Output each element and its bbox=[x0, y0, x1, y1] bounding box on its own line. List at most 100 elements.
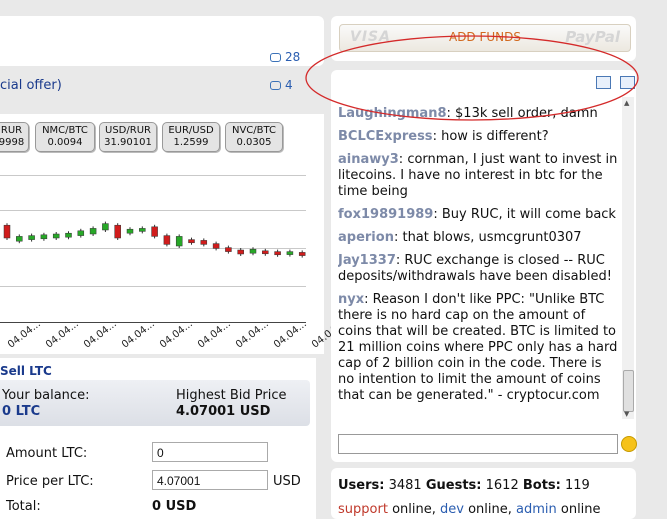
speech-bubble-icon bbox=[270, 53, 281, 62]
add-funds-panel: VISA PayPal ADD FUNDS bbox=[331, 16, 636, 61]
staff-status: online bbox=[560, 502, 601, 517]
ticker-nmc-btc[interactable]: NMC/BTC 0.0094 bbox=[35, 122, 95, 152]
amount-input[interactable]: 0 bbox=[152, 442, 268, 462]
chat-input[interactable] bbox=[338, 434, 618, 454]
chat-username[interactable]: Jay1337 bbox=[338, 253, 396, 268]
sell-panel: Sell LTC Your balance: 0 LTC Highest Bid… bbox=[0, 358, 316, 519]
users-value: 3481 bbox=[388, 478, 422, 493]
chat-username[interactable]: BCLCExpress bbox=[338, 129, 433, 144]
candle bbox=[298, 252, 306, 256]
comment-count[interactable]: 28 bbox=[270, 50, 300, 64]
candle bbox=[77, 230, 85, 236]
comment-count-value: 28 bbox=[285, 50, 301, 64]
user-stats: Users: 3481 Guests: 1612 Bots: 119 bbox=[338, 478, 590, 493]
ticker-nvc-btc[interactable]: NVC/BTC 0.0305 bbox=[225, 122, 283, 152]
price-unit: USD bbox=[273, 474, 301, 489]
chat-username[interactable]: aperion bbox=[338, 230, 394, 245]
candle bbox=[212, 243, 220, 249]
candle bbox=[175, 236, 183, 247]
guests-label: Guests: bbox=[425, 478, 482, 493]
chat-text: Buy RUC, it will come back bbox=[441, 207, 616, 222]
total-value: 0 USD bbox=[152, 499, 197, 514]
market-chart-area: RUR 9998 NMC/BTC 0.0094 USD/RUR 31.90101… bbox=[0, 114, 347, 354]
x-tick-label: 04.04... bbox=[196, 318, 233, 351]
candle bbox=[114, 224, 121, 239]
ticker-name: RUR bbox=[0, 125, 23, 136]
x-tick-label: 04.04... bbox=[158, 318, 195, 351]
candlestick-chart bbox=[3, 221, 306, 258]
candle bbox=[286, 251, 294, 255]
ticker-value: 9998 bbox=[0, 137, 25, 148]
candle bbox=[200, 240, 208, 245]
candle bbox=[139, 228, 146, 232]
ticker-name: EUR/USD bbox=[168, 125, 214, 136]
staff-link[interactable]: admin bbox=[516, 502, 557, 517]
chat-panel: Laughingman8: $13k sell order, damn BCLCE… bbox=[331, 70, 637, 462]
scroll-thumb[interactable] bbox=[623, 370, 634, 412]
total-label: Total: bbox=[6, 499, 41, 514]
candle bbox=[249, 248, 257, 254]
x-tick-label: 04.04... bbox=[82, 318, 119, 351]
candle bbox=[163, 235, 171, 245]
x-tick-label: 04.04... bbox=[6, 318, 43, 351]
chat-popout-icon[interactable] bbox=[596, 76, 611, 89]
highest-bid-label: Highest Bid Price bbox=[176, 388, 287, 403]
add-funds-button[interactable]: VISA PayPal ADD FUNDS bbox=[339, 24, 631, 52]
news-panel: 28 cial offer) 4 bbox=[0, 16, 324, 93]
news-item[interactable]: cial offer) bbox=[0, 78, 62, 93]
chat-scrollbar[interactable]: ▲ ▼ bbox=[622, 97, 634, 419]
candle bbox=[3, 224, 11, 239]
candle bbox=[262, 250, 269, 255]
x-tick-label: 04.04... bbox=[44, 318, 81, 351]
comment-count-value: 4 bbox=[285, 78, 293, 92]
highest-bid-value[interactable]: 4.07001 USD bbox=[176, 404, 270, 419]
chat-message: BCLCExpress: how is different? bbox=[338, 129, 549, 144]
add-funds-label[interactable]: ADD FUNDS bbox=[340, 30, 630, 44]
chat-message: fox19891989: Buy RUC, it will come back bbox=[338, 207, 616, 222]
candle bbox=[52, 233, 60, 239]
candle bbox=[16, 236, 23, 242]
ticker-name: USD/RUR bbox=[105, 125, 151, 136]
chat-text: that blows, usmcgrunt0307 bbox=[402, 230, 582, 245]
bots-label: Bots: bbox=[522, 478, 561, 493]
chat-windows-icon[interactable] bbox=[620, 76, 635, 89]
bots-value: 119 bbox=[565, 478, 590, 493]
scroll-down-icon[interactable]: ▼ bbox=[624, 410, 629, 418]
ticker-eur-usd[interactable]: EUR/USD 1.2599 bbox=[162, 122, 220, 152]
chat-username[interactable]: nyx bbox=[338, 292, 364, 307]
candle bbox=[188, 239, 195, 244]
price-input[interactable]: 4.07001 bbox=[152, 470, 268, 490]
ticker-value: 31.90101 bbox=[104, 137, 152, 148]
chat-text: how is different? bbox=[441, 129, 549, 144]
x-tick-label: 04.04... bbox=[120, 318, 157, 351]
staff-link[interactable]: dev bbox=[440, 502, 464, 517]
smiley-icon[interactable] bbox=[621, 436, 637, 452]
ticker-name: NVC/BTC bbox=[231, 125, 277, 136]
staff-status: online bbox=[392, 502, 432, 517]
news-item-text[interactable]: cial offer) bbox=[0, 78, 62, 93]
staff-link[interactable]: support bbox=[338, 502, 388, 517]
candle bbox=[28, 235, 35, 240]
sell-title: Sell LTC bbox=[0, 364, 52, 378]
staff-online: support online, dev online, admin online bbox=[338, 502, 601, 517]
ticker-usd-rur[interactable]: USD/RUR 31.90101 bbox=[99, 122, 157, 152]
comment-count[interactable]: 4 bbox=[270, 78, 293, 92]
ticker-value: 0.0305 bbox=[236, 137, 272, 148]
chat-username[interactable]: fox19891989 bbox=[338, 207, 433, 222]
candle bbox=[40, 234, 48, 240]
candle bbox=[89, 228, 97, 235]
candle bbox=[126, 228, 134, 234]
ticker-value: 1.2599 bbox=[173, 137, 209, 148]
chat-message: Jay1337: RUC exchange is closed -- RUC d… bbox=[338, 253, 612, 284]
chat-messages: Laughingman8: $13k sell order, damn BCLCE… bbox=[338, 106, 620, 426]
x-tick-label: 04.04... bbox=[234, 318, 271, 351]
balance-label: Your balance: bbox=[2, 388, 90, 403]
chat-username[interactable]: ainawy3 bbox=[338, 152, 399, 167]
candle bbox=[65, 232, 72, 238]
online-users-panel: Users: 3481 Guests: 1612 Bots: 119 suppo… bbox=[331, 468, 636, 519]
ticker-rur[interactable]: RUR 9998 bbox=[0, 122, 29, 152]
balance-value[interactable]: 0 LTC bbox=[2, 404, 40, 419]
candle bbox=[237, 249, 244, 255]
scroll-up-icon[interactable]: ▲ bbox=[624, 99, 629, 107]
chat-username[interactable]: Laughingman8 bbox=[338, 106, 447, 121]
